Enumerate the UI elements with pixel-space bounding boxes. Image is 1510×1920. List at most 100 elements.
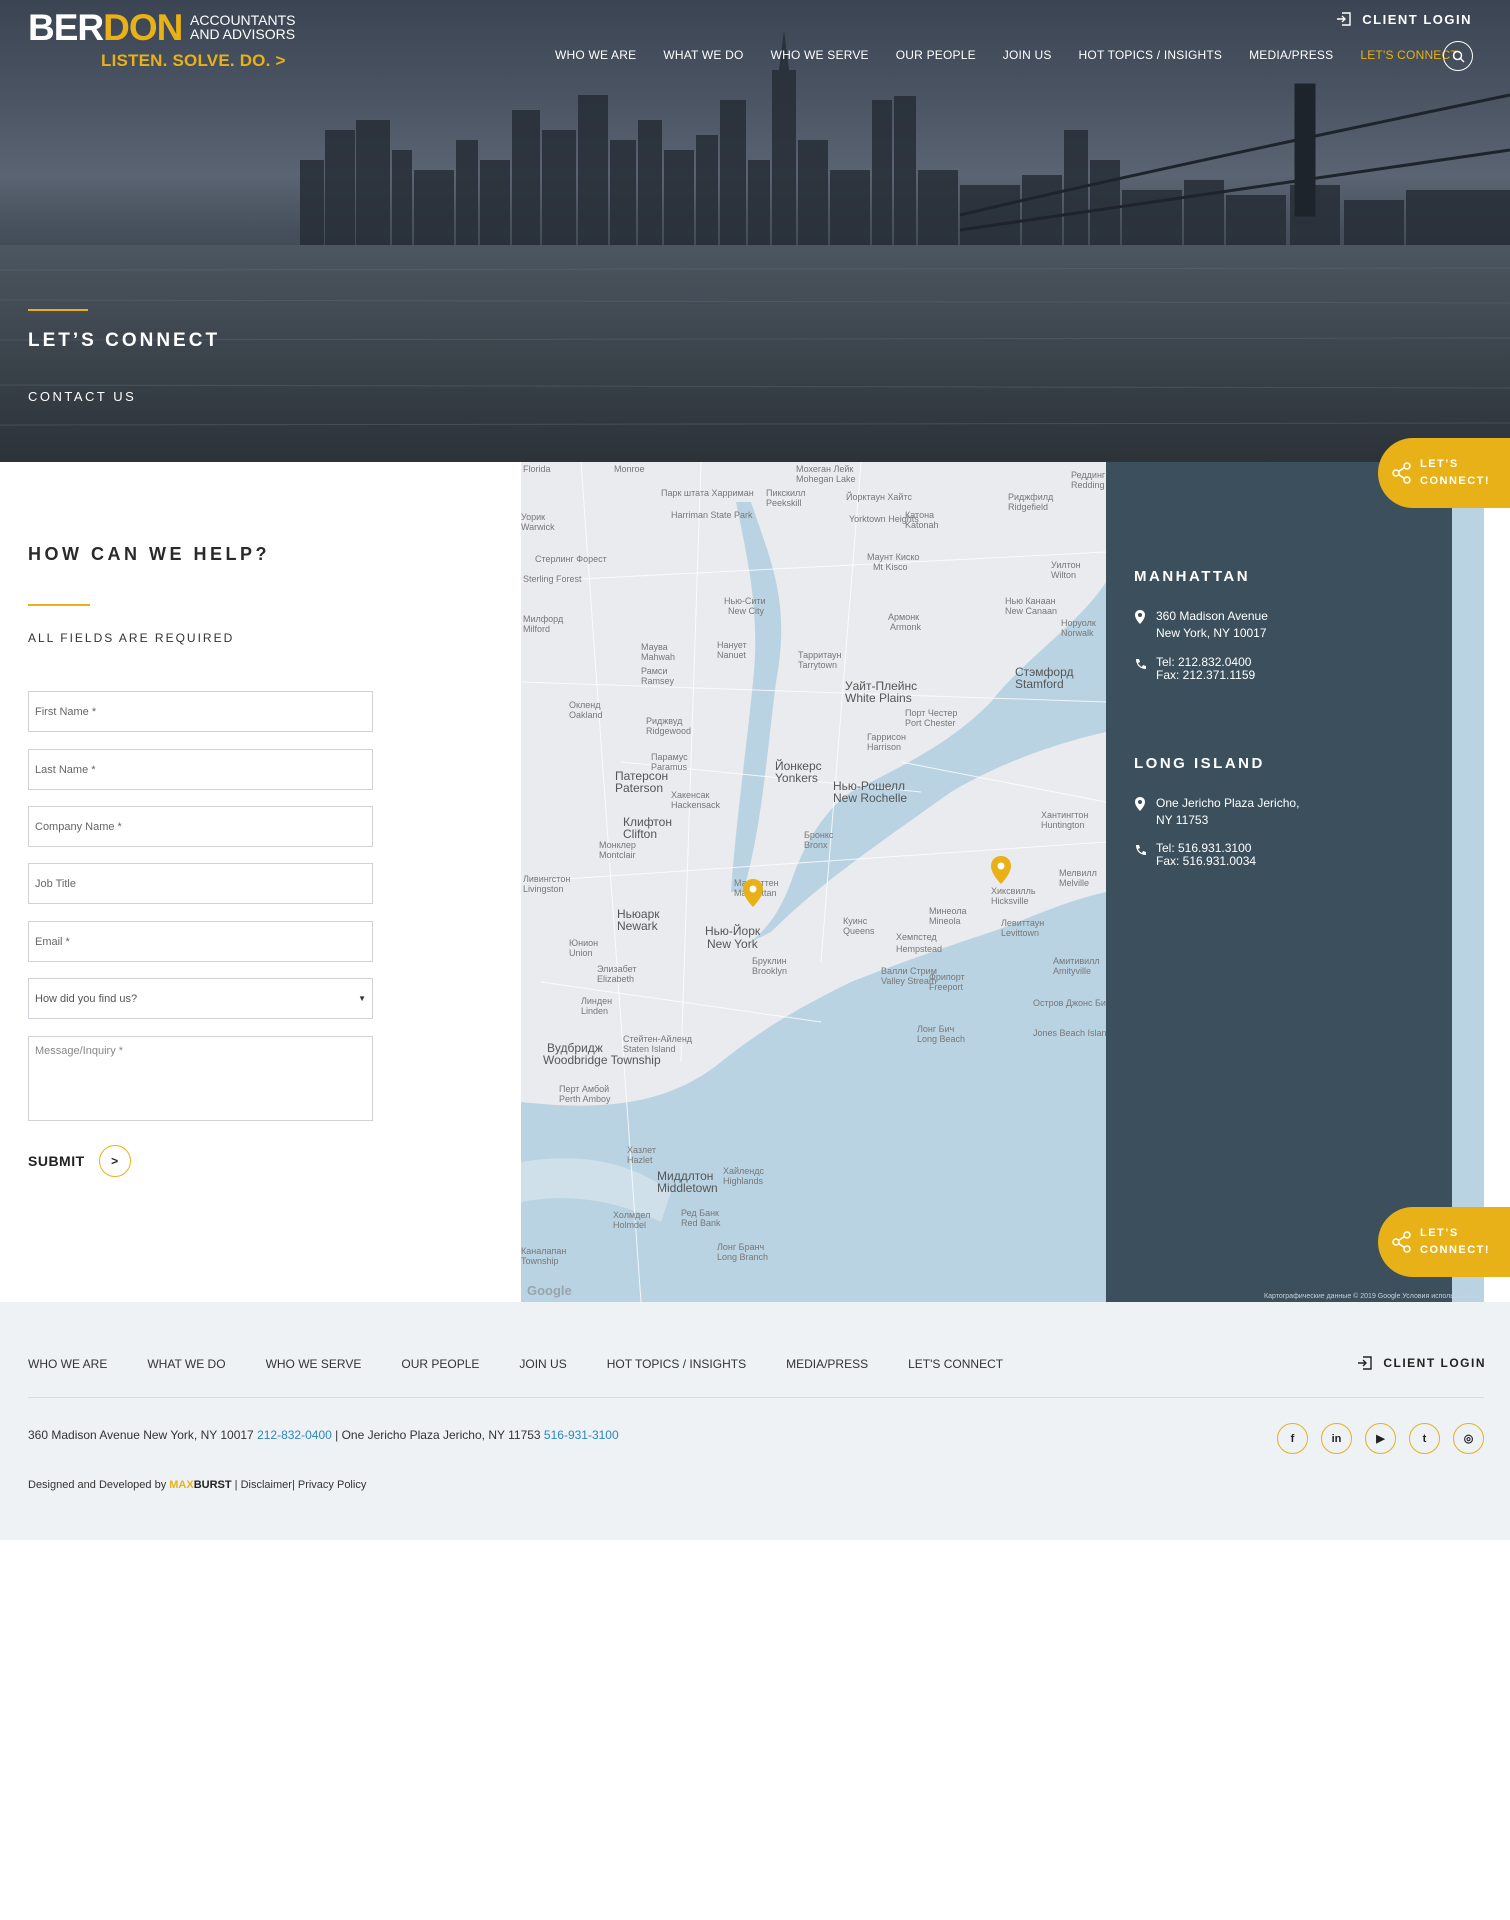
map-label: Melville — [1059, 878, 1090, 888]
privacy-policy-link[interactable]: Privacy Policy — [298, 1479, 366, 1491]
job-title-input[interactable] — [28, 863, 373, 904]
map-label: Armonk — [890, 622, 922, 632]
location-phone-manhattan: Tel: 212.832.0400 Fax: 212.371.1159 — [1134, 656, 1255, 682]
map-label: Нью Канаан — [1005, 596, 1056, 606]
google-map[interactable]: Florida Monroe Мохеган Лейк Mohegan Lake… — [521, 462, 1106, 1302]
map-pin-icon[interactable] — [742, 878, 764, 908]
submit-button[interactable]: SUBMIT > — [28, 1145, 131, 1177]
nav-who-we-are[interactable]: WHO WE ARE — [555, 48, 636, 62]
nav-what-we-do[interactable]: WHAT WE DO — [663, 48, 743, 62]
nav-hot-topics[interactable]: HOT TOPICS / INSIGHTS — [1079, 48, 1223, 62]
disclaimer-link[interactable]: Disclaimer — [241, 1479, 292, 1491]
berdon-logo[interactable]: BERDON ACCOUNTANTS AND ADVISORS LISTEN. … — [28, 8, 318, 72]
form-accent-line — [28, 604, 90, 606]
email-input[interactable] — [28, 921, 373, 962]
youtube-icon[interactable]: ▶ — [1365, 1423, 1396, 1454]
twitter-icon[interactable]: t — [1409, 1423, 1440, 1454]
find-us-select[interactable]: How did you find us? ▼ — [28, 978, 373, 1019]
facebook-icon[interactable]: f — [1277, 1423, 1308, 1454]
map-label: Хайлендс — [723, 1166, 765, 1176]
map-label: Минеола — [929, 906, 967, 916]
footer-client-login-link[interactable]: CLIENT LOGIN — [1357, 1355, 1486, 1371]
map-label: Линден — [581, 996, 613, 1006]
map-label: Гаррисон — [867, 732, 906, 742]
nav-who-we-serve[interactable]: WHO WE SERVE — [771, 48, 869, 62]
footer-divider — [28, 1397, 1484, 1398]
map-label: Нью-Сити — [724, 596, 766, 606]
first-name-input[interactable] — [28, 691, 373, 732]
site-footer: WHO WE ARE WHAT WE DO WHO WE SERVE OUR P… — [0, 1302, 1510, 1540]
map-label: Elizabeth — [597, 974, 635, 984]
map-label: Linden — [581, 1006, 609, 1016]
lets-connect-float-button[interactable]: LET’S CONNECT! — [1378, 438, 1510, 508]
map-label: Mahwah — [641, 652, 676, 662]
footer-nav-what-we-do[interactable]: WHAT WE DO — [147, 1357, 225, 1371]
nav-media-press[interactable]: MEDIA/PRESS — [1249, 48, 1333, 62]
map-label: Red Bank — [681, 1218, 721, 1228]
map-label: Перт Амбой — [559, 1084, 610, 1094]
map-label: New City — [728, 606, 765, 616]
footer-client-login-label: CLIENT LOGIN — [1383, 1356, 1486, 1370]
search-button[interactable] — [1443, 41, 1473, 71]
map-label: New York — [707, 937, 758, 951]
client-login-link[interactable]: CLIENT LOGIN — [1336, 8, 1472, 30]
footer-nav-hot-topics[interactable]: HOT TOPICS / INSIGHTS — [607, 1357, 746, 1371]
map-label: Peekskill — [766, 498, 802, 508]
map-label: Warwick — [521, 522, 555, 532]
map-label: Tarrytown — [798, 660, 838, 670]
footer-nav-who-we-serve[interactable]: WHO WE SERVE — [266, 1357, 362, 1371]
footer-nav-lets-connect[interactable]: LET'S CONNECT — [908, 1357, 1003, 1371]
share-icon — [1392, 462, 1411, 484]
message-textarea[interactable]: Message/Inquiry * — [28, 1036, 373, 1121]
maxburst-link-a[interactable]: MAX — [169, 1479, 193, 1491]
map-label: Sterling Forest — [523, 574, 582, 584]
maxburst-link-b[interactable]: BURST — [194, 1479, 232, 1491]
map-label: Levittown — [1001, 928, 1040, 938]
last-name-input[interactable] — [28, 749, 373, 790]
map-label: Norwalk — [1061, 628, 1094, 638]
logo-tagline: LISTEN. SOLVE. DO. > — [101, 51, 286, 70]
social-links: f in ▶ t ◎ — [1277, 1423, 1484, 1454]
float-label-line2: CONNECT! — [1420, 475, 1491, 487]
footer-address-2: | One Jericho Plaza Jericho, NY 11753 — [331, 1428, 544, 1442]
share-icon — [1392, 1231, 1411, 1253]
location-pin-icon — [1135, 797, 1145, 811]
nav-our-people[interactable]: OUR PEOPLE — [896, 48, 976, 62]
map-pin-icon[interactable] — [990, 855, 1012, 885]
map-label: Hazlet — [627, 1155, 653, 1165]
page-subtitle: CONTACT US — [28, 389, 137, 404]
map-label: Парамус — [651, 752, 688, 762]
map-edge: Картографические данные © 2019 Google Ус… — [1264, 462, 1484, 1302]
phone-icon — [1136, 845, 1146, 855]
footer-nav-our-people[interactable]: OUR PEOPLE — [401, 1357, 479, 1371]
chevron-down-icon: ▼ — [358, 994, 366, 1003]
lets-connect-float-button[interactable]: LET’S CONNECT! — [1378, 1207, 1510, 1277]
map-label: Livingston — [523, 884, 564, 894]
map-label: Милфорд — [523, 614, 564, 624]
location-address-long-island: One Jericho Plaza Jericho, NY 11753 — [1134, 795, 1299, 829]
nav-join-us[interactable]: JOIN US — [1003, 48, 1052, 62]
company-name-input[interactable] — [28, 806, 373, 847]
map-label: Хемпстед — [896, 932, 937, 942]
instagram-icon[interactable]: ◎ — [1453, 1423, 1484, 1454]
footer-phone-1[interactable]: 212-832-0400 — [257, 1428, 332, 1442]
footer-phone-2[interactable]: 516-931-3100 — [544, 1428, 619, 1442]
map-label: Amityville — [1053, 966, 1092, 976]
logo-wordmark-b: DON — [103, 7, 183, 48]
footer-nav-media-press[interactable]: MEDIA/PRESS — [786, 1357, 868, 1371]
map-label: White Plains — [845, 691, 912, 705]
map-label: Норуолк — [1061, 618, 1096, 628]
map-label: Nanuet — [717, 650, 747, 660]
location-title-long-island: LONG ISLAND — [1134, 755, 1265, 772]
phone-icon — [1136, 659, 1146, 669]
map-label: Юнион — [569, 938, 599, 948]
map-label: Montclair — [599, 850, 636, 860]
map-label: Brooklyn — [752, 966, 788, 976]
map-label: Тарритаун — [798, 650, 842, 660]
map-label: Рамси — [641, 666, 668, 676]
linkedin-icon[interactable]: in — [1321, 1423, 1352, 1454]
footer-nav-join-us[interactable]: JOIN US — [519, 1357, 566, 1371]
map-label: Армонк — [888, 612, 920, 622]
footer-nav-who-we-are[interactable]: WHO WE ARE — [28, 1357, 107, 1371]
float-label-line2: CONNECT! — [1420, 1244, 1491, 1256]
